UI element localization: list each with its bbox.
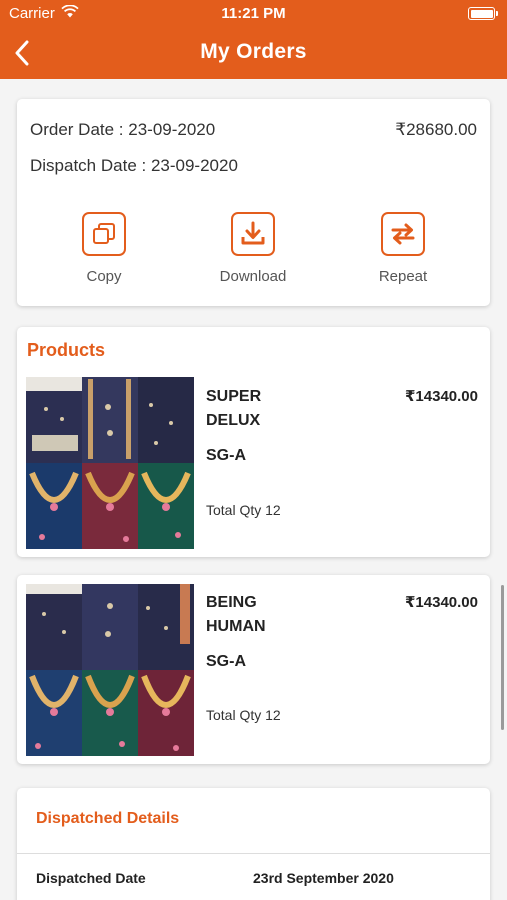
- product-name: SUPER DELUX: [206, 388, 262, 429]
- product-image[interactable]: [26, 584, 194, 756]
- product-price: ₹14340.00: [404, 388, 478, 405]
- product-code: SG-A: [206, 447, 246, 464]
- download-label: Download: [219, 268, 287, 285]
- products-card: Products SUPER DELUX ₹14340.00 SG-A Tota…: [17, 327, 490, 557]
- product-card: BEING HUMAN ₹14340.00 SG-A Total Qty 12: [17, 575, 490, 764]
- status-time: 11:21 PM: [221, 5, 286, 22]
- copy-button[interactable]: Copy: [44, 212, 164, 285]
- repeat-button[interactable]: Repeat: [343, 212, 463, 285]
- repeat-icon: [381, 212, 425, 256]
- product-qty: Total Qty 12: [206, 502, 281, 518]
- dispatch-date: Dispatch Date : 23-09-2020: [30, 156, 238, 175]
- order-actions: Copy Download Repeat: [17, 212, 490, 292]
- divider: [17, 853, 490, 854]
- product-image[interactable]: [26, 377, 194, 549]
- product-name: BEING HUMAN: [206, 594, 266, 635]
- order-amount: ₹28680.00: [395, 120, 477, 139]
- repeat-label: Repeat: [378, 268, 428, 285]
- product-code: SG-A: [206, 653, 246, 670]
- download-icon: [231, 212, 275, 256]
- copy-icon: [82, 212, 126, 256]
- product-qty: Total Qty 12: [206, 707, 281, 723]
- status-bar: Carrier 11:21 PM: [0, 0, 507, 28]
- dispatched-date-value: 23rd September 2020: [253, 870, 394, 886]
- copy-label: Copy: [86, 268, 122, 285]
- products-heading: Products: [27, 340, 106, 360]
- nav-bar: My Orders: [0, 28, 507, 79]
- dispatched-date-label: Dispatched Date: [36, 870, 146, 886]
- scrollbar[interactable]: [501, 585, 504, 730]
- battery-icon: [468, 7, 498, 20]
- product-price: ₹14340.00: [404, 594, 478, 611]
- dispatched-details-card: Dispatched Details Dispatched Date 23rd …: [17, 788, 490, 900]
- dispatched-heading: Dispatched Details: [36, 810, 180, 827]
- download-button[interactable]: Download: [193, 212, 313, 285]
- page-title: My Orders: [200, 40, 307, 63]
- order-summary-card: Order Date : 23-09-2020 ₹28680.00 Dispat…: [17, 99, 490, 306]
